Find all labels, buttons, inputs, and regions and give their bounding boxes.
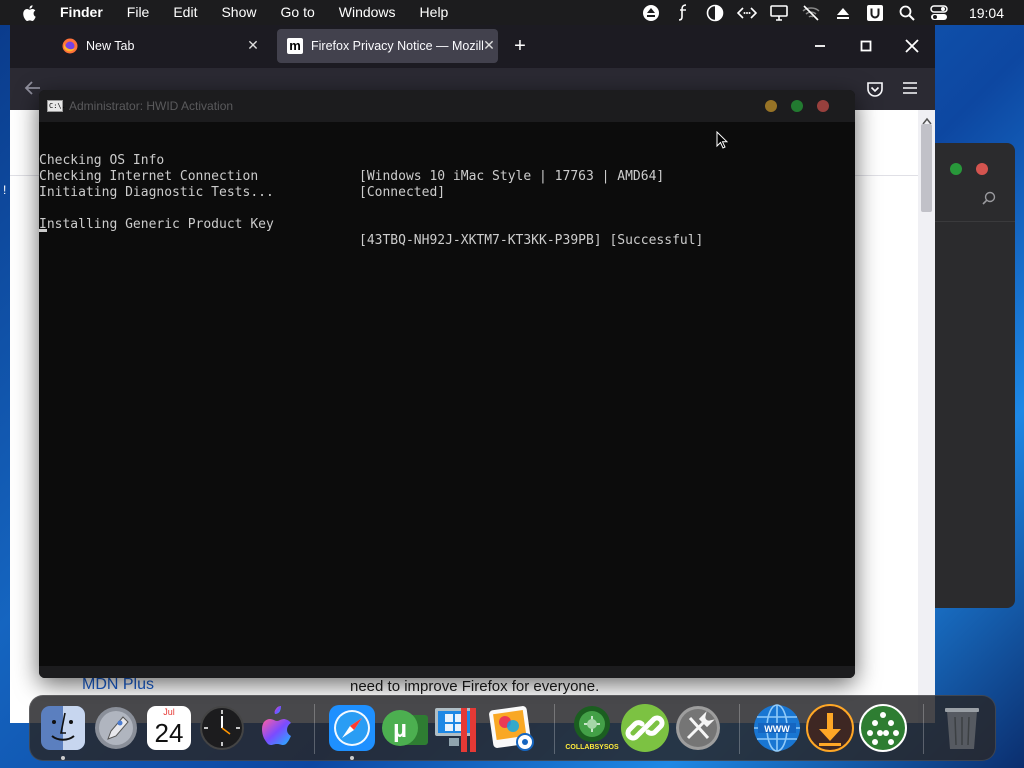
console-line: Installing Generic Product Key [43TBQ-NH…: [39, 201, 855, 248]
utorrent-icon[interactable]: µ: [380, 703, 430, 753]
page-scrollbar[interactable]: [918, 110, 935, 723]
mdn-plus-link[interactable]: MDN Plus: [82, 676, 154, 694]
menu-file[interactable]: File: [115, 0, 162, 25]
menu-hamburger-icon[interactable]: [902, 81, 918, 100]
page-body-text: need to improve Firefox for everyone.: [350, 678, 600, 695]
network-icon[interactable]: [858, 703, 908, 753]
eject-icon[interactable]: [640, 4, 662, 22]
console-line: Checking OS Info [Windows 10 iMac Style …: [39, 137, 855, 184]
firefox-icon: [62, 38, 78, 54]
photos-icon[interactable]: [486, 703, 536, 753]
menu-edit[interactable]: Edit: [161, 0, 209, 25]
collabsysos-label: COLLABSYSOS: [565, 744, 619, 751]
dock: Jul 24 µ COLLABSYSOS WWW: [29, 695, 996, 761]
code-icon[interactable]: [736, 4, 758, 22]
contrast-icon[interactable]: [704, 4, 726, 22]
script-icon[interactable]: [672, 3, 694, 22]
scrollbar-thumb[interactable]: [921, 124, 932, 212]
tab-privacy-notice[interactable]: m Firefox Privacy Notice — Mozilla ✕: [277, 29, 498, 63]
close-button[interactable]: [976, 163, 988, 175]
console-line: Initiating Diagnostic Tests...: [39, 169, 855, 200]
menubar-clock[interactable]: 19:04: [969, 5, 1004, 21]
menu-show[interactable]: Show: [209, 0, 268, 25]
display-icon[interactable]: [768, 4, 790, 22]
console-titlebar[interactable]: C:\. Administrator: HWID Activation: [39, 90, 855, 122]
dock-separator: [314, 704, 315, 754]
tab-bar: New Tab ✕ m Firefox Privacy Notice — Moz…: [10, 25, 935, 68]
window-traffic-lights: [765, 100, 829, 112]
downloader-icon[interactable]: [805, 703, 855, 753]
console-line-label: Installing Generic Product Key: [39, 217, 274, 232]
search-icon[interactable]: [896, 4, 918, 22]
cmd-icon: C:\.: [47, 100, 66, 112]
macos-icon[interactable]: [250, 703, 300, 753]
desktop-mark: !: [3, 183, 7, 197]
close-tab-icon[interactable]: ✕: [482, 38, 496, 52]
console-line-value: [43TBQ-NH92J-XKTM7-KT3KK-P39PB] [Success…: [359, 233, 704, 248]
minimize-button[interactable]: [808, 34, 832, 58]
new-tab-button[interactable]: +: [510, 36, 530, 56]
mute-network-icon[interactable]: [800, 4, 822, 22]
calendar-icon[interactable]: Jul 24: [144, 703, 194, 753]
console-output[interactable]: Checking OS Info [Windows 10 iMac Style …: [39, 137, 855, 248]
launchpad-icon[interactable]: [91, 703, 141, 753]
zoom-light-button[interactable]: [791, 100, 803, 112]
console-title: Administrator: HWID Activation: [69, 99, 234, 113]
search-icon[interactable]: [982, 191, 996, 210]
tab-title: Firefox Privacy Notice — Mozilla: [311, 39, 483, 53]
tab-title: New Tab: [86, 39, 135, 53]
menu-windows[interactable]: Windows: [327, 0, 408, 25]
pocket-icon[interactable]: [866, 80, 884, 103]
tab-new-tab[interactable]: New Tab ✕: [52, 29, 270, 63]
svg-text:µ: µ: [393, 716, 407, 743]
parallels-icon[interactable]: [433, 703, 483, 753]
menu-go-to[interactable]: Go to: [269, 0, 327, 25]
running-indicator: [61, 756, 65, 760]
finder-icon[interactable]: [38, 703, 88, 753]
minimize-light-button[interactable]: [765, 100, 777, 112]
apple-menu-icon[interactable]: [22, 4, 38, 21]
u-badge-icon[interactable]: [864, 4, 886, 22]
safari-icon[interactable]: [327, 703, 377, 753]
dock-separator: [923, 704, 924, 754]
control-center-icon[interactable]: [928, 4, 950, 22]
console-line: Checking Internet Connection [Connected]: [39, 153, 855, 200]
menu-bar: Finder File Edit Show Go to Windows Help: [0, 0, 1024, 25]
console-window[interactable]: C:\. Administrator: HWID Activation Chec…: [39, 90, 855, 678]
mdn-icon-letter: m: [289, 38, 301, 53]
console-bottom-edge: [39, 666, 855, 678]
mdn-icon: m: [287, 38, 303, 54]
svg-text:WWW: WWW: [764, 724, 790, 734]
clock-icon[interactable]: [197, 703, 247, 753]
dock-separator: [739, 704, 740, 754]
calendar-day: 24: [154, 718, 184, 748]
close-light-button[interactable]: [817, 100, 829, 112]
maximize-button[interactable]: [854, 34, 878, 58]
window-traffic-lights: [950, 163, 988, 175]
mouse-pointer-icon: [716, 130, 729, 154]
text-cursor: [39, 229, 47, 232]
running-indicator: [350, 756, 354, 760]
globe-icon[interactable]: WWW: [752, 703, 802, 753]
menu-help[interactable]: Help: [408, 0, 461, 25]
menu-finder[interactable]: Finder: [52, 0, 115, 25]
trash-icon[interactable]: [937, 703, 987, 753]
zoom-button[interactable]: [950, 163, 962, 175]
close-window-button[interactable]: [900, 34, 924, 58]
upload-icon[interactable]: [832, 4, 854, 22]
collabsysos-icon[interactable]: COLLABSYSOS: [565, 703, 619, 753]
link-icon[interactable]: [620, 703, 670, 753]
system-tools-icon[interactable]: [673, 703, 723, 753]
close-tab-icon[interactable]: ✕: [246, 38, 260, 52]
dock-separator: [554, 704, 555, 754]
